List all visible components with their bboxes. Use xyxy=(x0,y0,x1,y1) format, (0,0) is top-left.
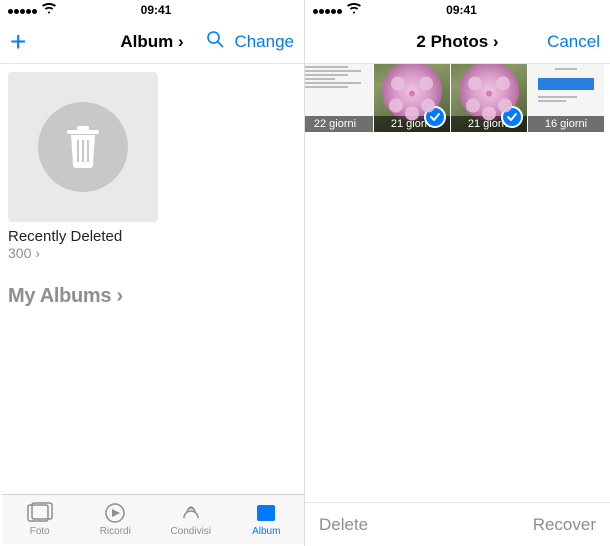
add-button[interactable]: + xyxy=(10,28,26,56)
nav-title[interactable]: Album › xyxy=(120,32,183,52)
wifi-icon xyxy=(42,3,56,17)
album-name: Recently Deleted xyxy=(8,228,296,245)
tab-bar: Foto Ricordi Condivisi Album xyxy=(2,494,304,544)
tab-albums[interactable]: Album xyxy=(229,495,305,544)
status-bar: 09:41 xyxy=(305,0,610,20)
search-icon[interactable] xyxy=(206,30,224,53)
nav-bar: 2 Photos › Cancel xyxy=(305,20,610,64)
delete-button[interactable]: Delete xyxy=(319,515,368,535)
status-bar: 09:41 xyxy=(0,0,304,20)
albums-content: Recently Deleted 300 › My Albums › xyxy=(0,64,304,546)
nav-bar: + Album › Change xyxy=(0,20,304,64)
trash-icon xyxy=(38,102,128,192)
selected-check-icon xyxy=(501,106,523,128)
photo-cell[interactable]: 21 giorni xyxy=(451,64,527,132)
phone-recently-deleted: 09:41 2 Photos › Cancel 22 giorni21 gior… xyxy=(305,0,610,546)
photo-grid: 22 giorni21 giorni21 giorni16 giorni xyxy=(305,64,610,502)
status-time: 09:41 xyxy=(141,3,172,17)
phone-albums: 09:41 + Album › Change Recently Deleted xyxy=(0,0,305,546)
days-label: 16 giorni xyxy=(528,116,604,132)
photo-cell[interactable]: 16 giorni xyxy=(528,64,604,132)
wifi-icon xyxy=(347,3,361,17)
tab-memories[interactable]: Ricordi xyxy=(78,495,154,544)
selected-check-icon xyxy=(424,106,446,128)
album-cell[interactable]: Recently Deleted 300 › xyxy=(8,72,296,261)
recover-button[interactable]: Recover xyxy=(533,515,596,535)
selection-toolbar: Delete Recover xyxy=(305,502,610,546)
signal-dots-icon xyxy=(313,3,343,17)
photo-cell[interactable]: 21 giorni xyxy=(374,64,450,132)
my-albums-header[interactable]: My Albums › xyxy=(8,285,296,308)
tab-photos[interactable]: Foto xyxy=(2,495,78,544)
tab-shared[interactable]: Condivisi xyxy=(153,495,229,544)
album-thumbnail xyxy=(8,72,158,222)
nav-title: 2 Photos › xyxy=(416,32,498,52)
cancel-button[interactable]: Cancel xyxy=(547,32,600,52)
days-label: 22 giorni xyxy=(305,116,373,132)
album-count: 300 › xyxy=(8,245,296,261)
photo-cell[interactable]: 22 giorni xyxy=(305,64,373,132)
signal-dots-icon xyxy=(8,3,38,17)
status-time: 09:41 xyxy=(446,3,477,17)
edit-button[interactable]: Change xyxy=(234,32,294,52)
